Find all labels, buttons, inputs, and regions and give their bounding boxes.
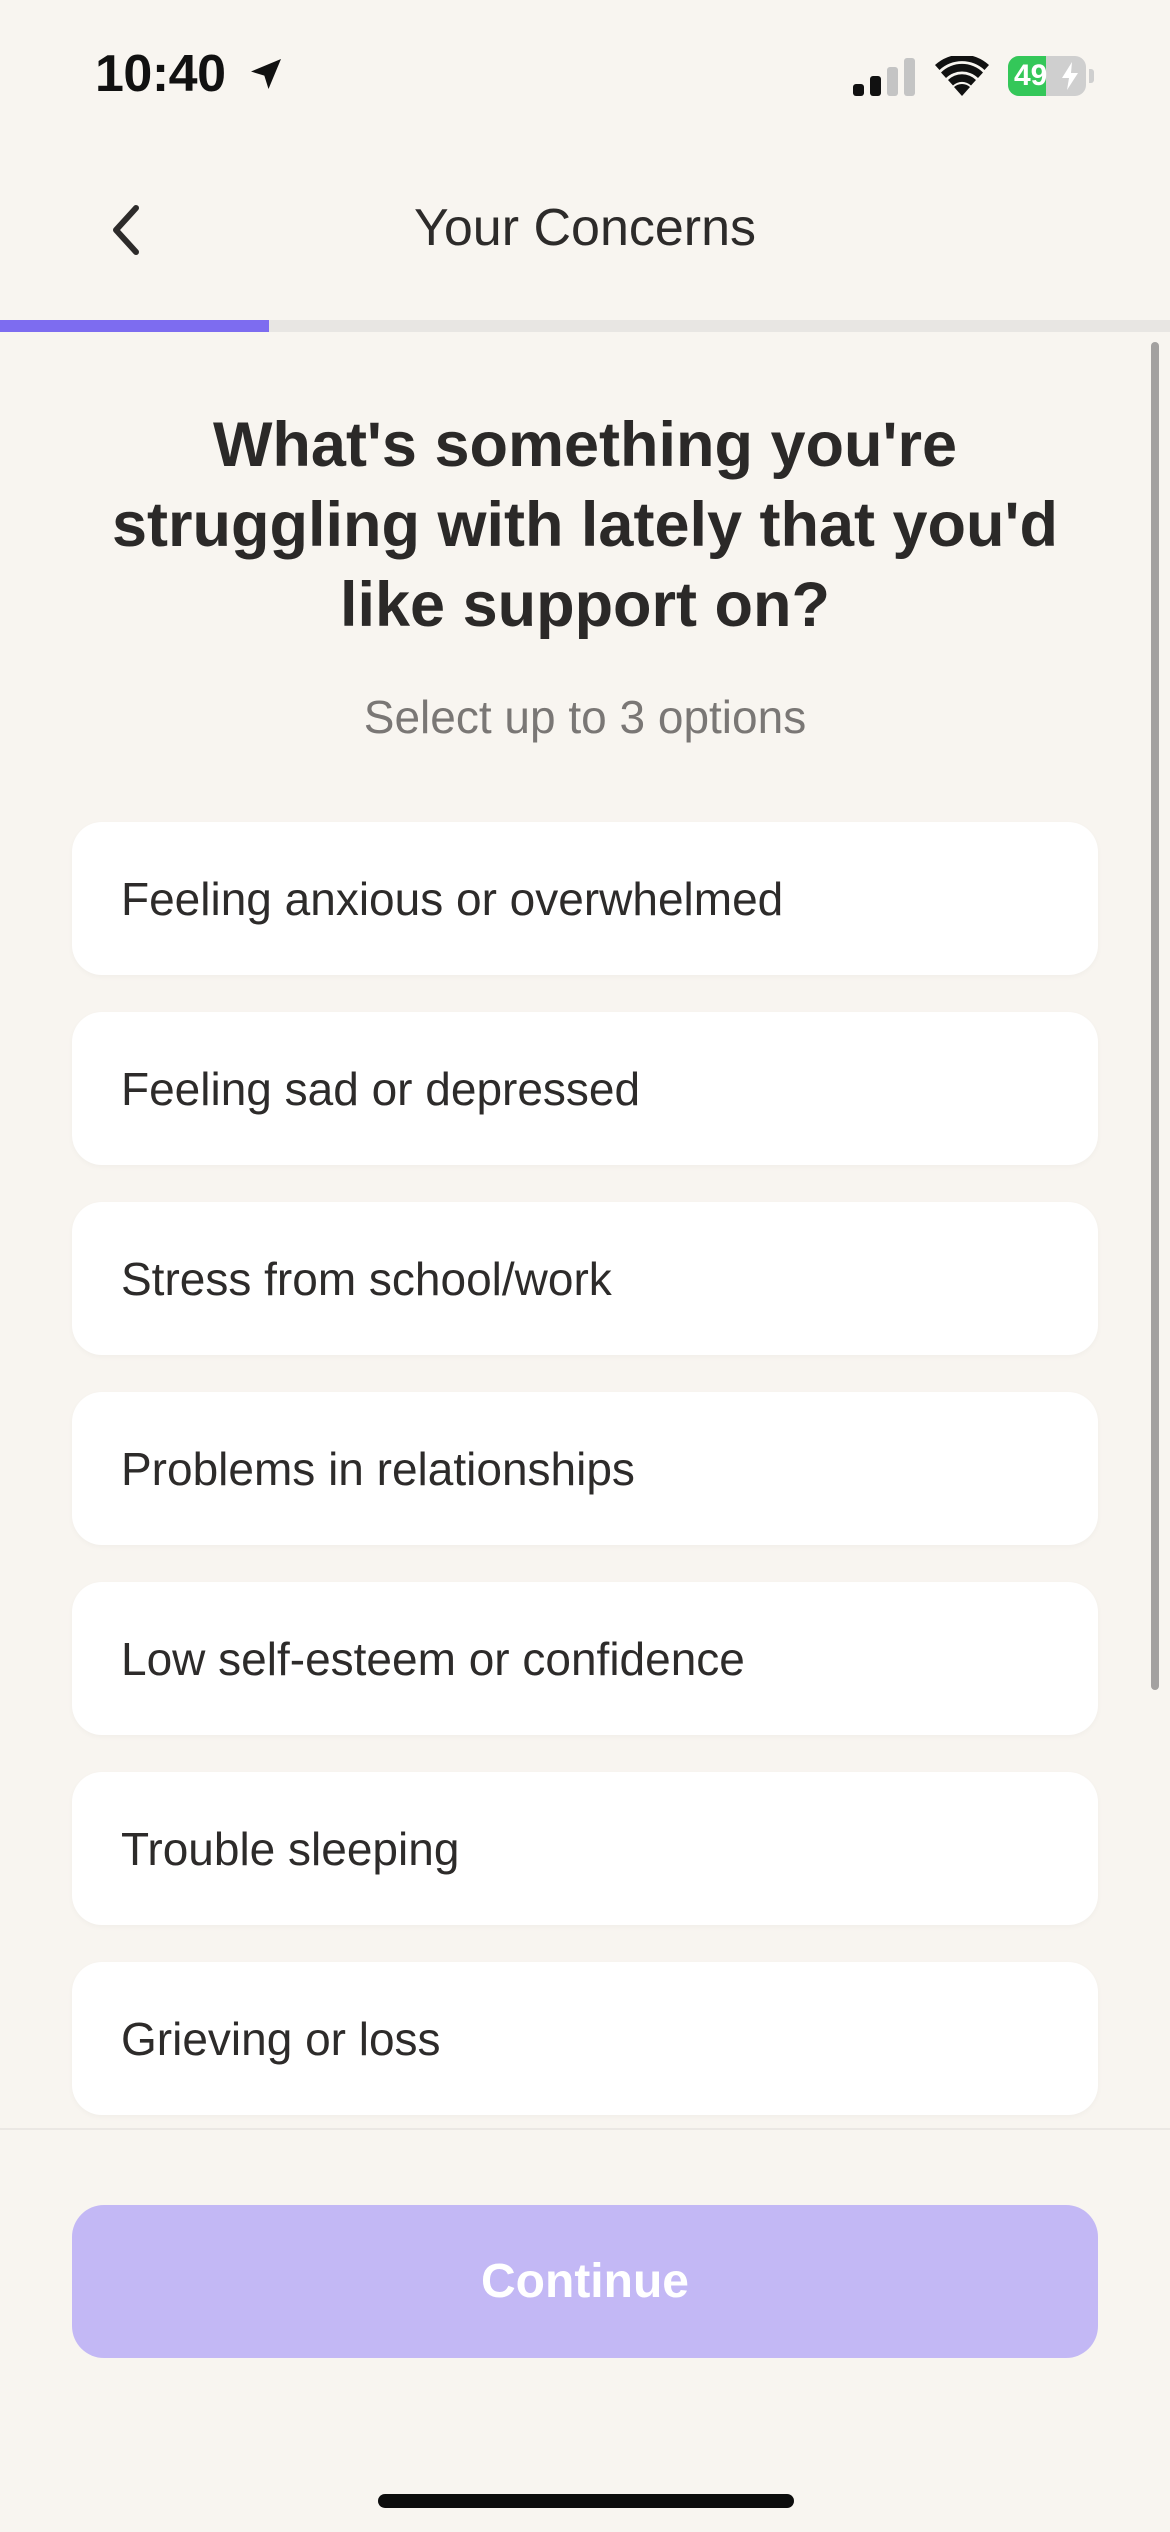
option-feeling-sad[interactable]: Feeling sad or depressed — [72, 1012, 1098, 1165]
nav-header: Your Concerns — [0, 170, 1170, 290]
option-label: Feeling anxious or overwhelmed — [121, 872, 784, 925]
cellular-signal-icon — [853, 58, 915, 96]
option-trouble-sleeping[interactable]: Trouble sleeping — [72, 1772, 1098, 1925]
question-subtitle: Select up to 3 options — [363, 691, 807, 743]
charging-bolt-icon — [1062, 62, 1078, 90]
option-low-self-esteem[interactable]: Low self-esteem or confidence — [72, 1582, 1098, 1735]
page-title: Your Concerns — [413, 199, 757, 257]
option-feeling-anxious[interactable]: Feeling anxious or overwhelmed — [72, 822, 1098, 975]
footer-divider — [0, 2128, 1170, 2130]
question-title: What's something you're struggling with … — [112, 410, 1058, 640]
progress-fill — [0, 320, 270, 332]
options-list: Feeling anxious or overwhelmed Feeling s… — [72, 822, 1098, 2152]
status-time: 10:40 — [95, 45, 226, 103]
battery-charging-icon: 49 — [1008, 56, 1094, 96]
scrollbar[interactable] — [1151, 342, 1159, 1690]
option-label: Trouble sleeping — [121, 1822, 460, 1875]
progress-bar — [0, 320, 1170, 332]
option-label: Problems in relationships — [121, 1442, 635, 1495]
location-arrow-icon — [251, 59, 281, 89]
option-grieving-loss[interactable]: Grieving or loss — [72, 1962, 1098, 2115]
battery-nub — [1089, 69, 1094, 83]
option-relationships[interactable]: Problems in relationships — [72, 1392, 1098, 1545]
home-indicator[interactable] — [378, 2494, 794, 2508]
option-stress-school-work[interactable]: Stress from school/work — [72, 1202, 1098, 1355]
option-label: Grieving or loss — [121, 2012, 441, 2065]
option-label: Low self-esteem or confidence — [121, 1632, 745, 1685]
wifi-icon — [935, 56, 989, 96]
battery-body: 49 — [1008, 56, 1086, 96]
continue-button[interactable]: Continue — [72, 2205, 1098, 2358]
option-label: Feeling sad or depressed — [121, 1062, 641, 1115]
status-bar: 10:40 49 — [0, 0, 1170, 150]
option-label: Stress from school/work — [121, 1252, 612, 1305]
